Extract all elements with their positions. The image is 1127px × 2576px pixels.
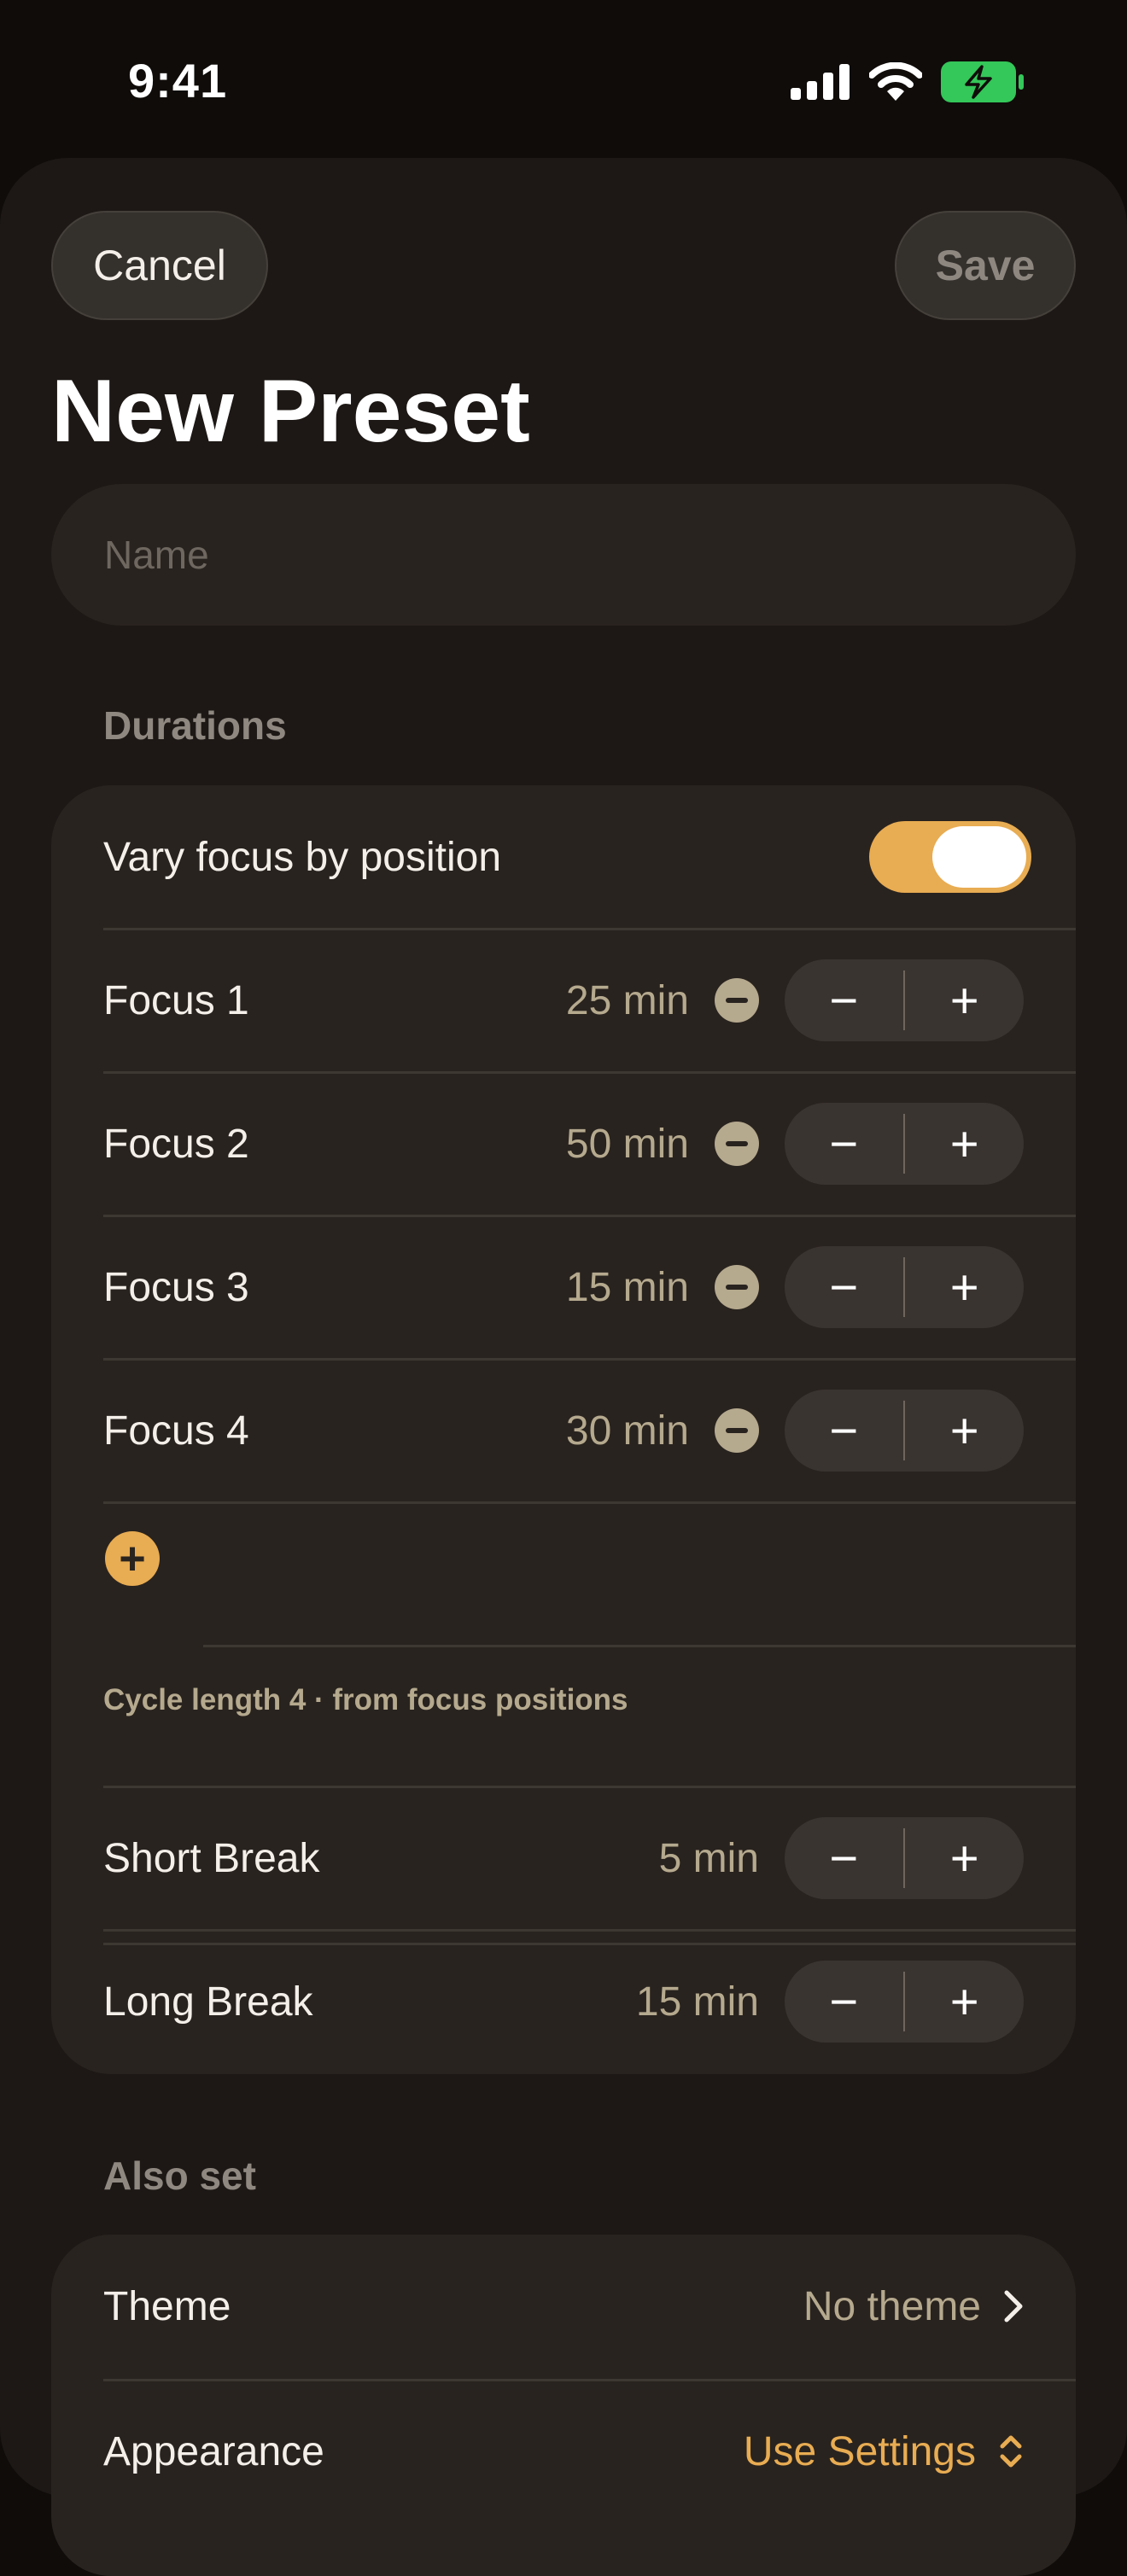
name-field[interactable]	[51, 484, 1076, 626]
theme-value: No theme	[803, 2283, 981, 2329]
focus-row-1: Focus 1 25 min − +	[103, 929, 1024, 1072]
name-input[interactable]	[102, 531, 1045, 579]
increment-button[interactable]: +	[905, 1246, 1024, 1328]
focus-value: 50 min	[565, 1121, 689, 1167]
duration-stepper: − +	[785, 1961, 1024, 2043]
focus-label: Focus 1	[103, 977, 249, 1023]
increment-button[interactable]: +	[905, 1103, 1024, 1185]
appearance-label: Appearance	[103, 2428, 324, 2474]
duration-stepper: − +	[785, 1817, 1024, 1899]
divider	[103, 1501, 1076, 1504]
appearance-value: Use Settings	[743, 2428, 976, 2474]
chevron-up-down-icon	[1000, 2435, 1022, 2468]
short-break-value: 5 min	[658, 1835, 759, 1881]
increment-button[interactable]: +	[905, 959, 1024, 1041]
focus-value: 15 min	[565, 1264, 689, 1310]
remove-focus-icon[interactable]	[715, 1408, 759, 1453]
page-title: New Preset	[51, 362, 530, 461]
short-break-label: Short Break	[103, 1835, 320, 1881]
focus-label: Focus 3	[103, 1264, 249, 1310]
theme-row[interactable]: Theme No theme	[103, 2235, 1024, 2378]
divider	[203, 1645, 1076, 1647]
also-set-header: Also set	[103, 2153, 256, 2198]
increment-button[interactable]: +	[905, 1817, 1024, 1899]
save-button[interactable]: Save	[895, 211, 1076, 320]
also-set-card: Theme No theme Appearance Use Settings	[51, 2235, 1076, 2576]
decrement-button[interactable]: −	[785, 1817, 903, 1899]
toggle-knob	[932, 826, 1026, 888]
theme-label: Theme	[103, 2283, 231, 2329]
focus-row-3: Focus 3 15 min − +	[103, 1215, 1024, 1359]
focus-label: Focus 4	[103, 1407, 249, 1454]
focus-value: 30 min	[565, 1407, 689, 1454]
vary-focus-toggle[interactable]	[869, 821, 1031, 893]
add-focus-icon[interactable]: +	[105, 1531, 160, 1586]
cancel-button[interactable]: Cancel	[51, 211, 268, 320]
decrement-button[interactable]: −	[785, 1390, 903, 1472]
decrement-button[interactable]: −	[785, 1246, 903, 1328]
wifi-icon	[869, 62, 922, 101]
short-break-row: Short Break 5 min − +	[103, 1786, 1024, 1930]
duration-stepper: − +	[785, 1246, 1024, 1328]
decrement-button[interactable]: −	[785, 959, 903, 1041]
long-break-row: Long Break 15 min − +	[103, 1930, 1024, 2073]
cellular-signal-icon	[791, 64, 850, 100]
remove-focus-icon[interactable]	[715, 978, 759, 1023]
focus-row-4: Focus 4 30 min − +	[103, 1359, 1024, 1502]
duration-stepper: − +	[785, 959, 1024, 1041]
focus-value: 25 min	[565, 977, 689, 1023]
status-time: 9:41	[128, 54, 228, 108]
durations-header: Durations	[103, 703, 287, 748]
chevron-right-icon	[1004, 2290, 1023, 2322]
decrement-button[interactable]: −	[785, 1961, 903, 2043]
cycle-length-caption: Cycle length 4 · from focus positions	[103, 1683, 628, 1716]
increment-button[interactable]: +	[905, 1390, 1024, 1472]
increment-button[interactable]: +	[905, 1961, 1024, 2043]
long-break-value: 15 min	[635, 1979, 759, 2025]
duration-stepper: − +	[785, 1390, 1024, 1472]
decrement-button[interactable]: −	[785, 1103, 903, 1185]
remove-focus-icon[interactable]	[715, 1122, 759, 1166]
long-break-label: Long Break	[103, 1979, 313, 2025]
status-bar: 9:41	[0, 0, 1127, 162]
focus-label: Focus 2	[103, 1121, 249, 1167]
appearance-row[interactable]: Appearance Use Settings	[103, 2380, 1024, 2523]
battery-charging-icon	[941, 61, 1024, 102]
focus-row-2: Focus 2 50 min − +	[103, 1072, 1024, 1215]
duration-stepper: − +	[785, 1103, 1024, 1185]
new-preset-sheet: Cancel Save New Preset Durations Vary fo…	[0, 158, 1127, 2576]
remove-focus-icon[interactable]	[715, 1265, 759, 1309]
status-icons	[791, 61, 1025, 102]
